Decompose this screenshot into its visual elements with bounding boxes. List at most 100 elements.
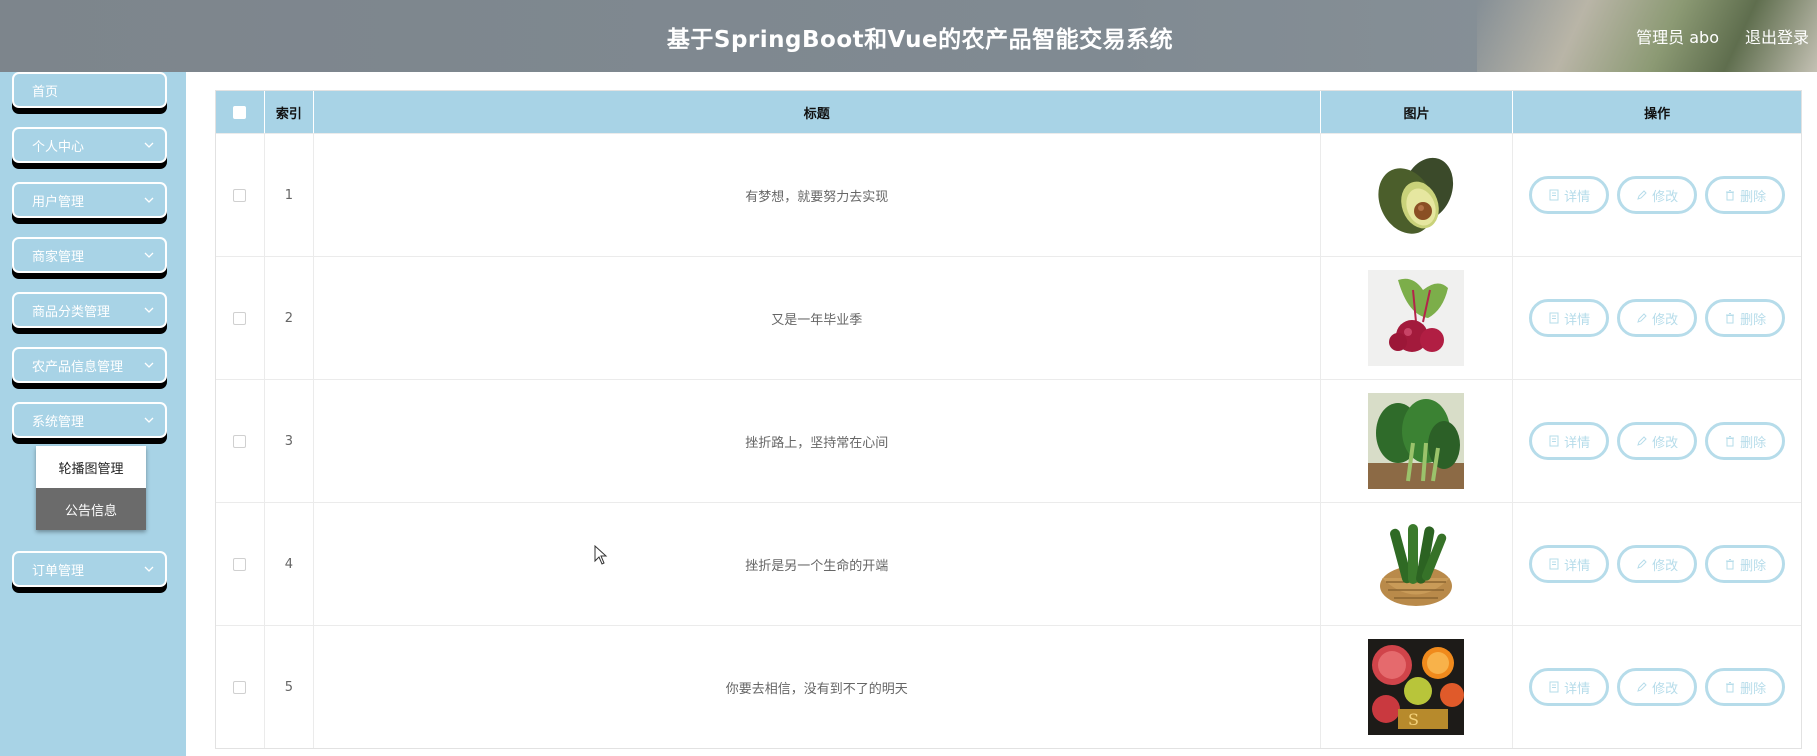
delete-label: 删除 [1740, 558, 1767, 574]
row-title: 你要去相信，没有到不了的明天 [314, 626, 1321, 748]
cucumber-basket-image[interactable] [1368, 516, 1464, 612]
column-header-image: 图片 [1321, 91, 1514, 133]
row-actions: 详情 修改 删除 [1513, 503, 1801, 625]
row-title: 挫折是另一个生命的开端 [314, 503, 1321, 625]
sidebar-item-system-management[interactable]: 系统管理 [12, 402, 167, 444]
sidebar: 首页 个人中心 用户管理 商家管理 商品分类管理 农产品信息管理 系统管理 轮播… [0, 72, 186, 756]
delete-label: 删除 [1740, 681, 1767, 697]
detail-button[interactable]: 详情 [1529, 668, 1610, 706]
detail-label: 详情 [1564, 435, 1591, 451]
sidebar-item-label: 商品分类管理 [32, 304, 111, 320]
sidebar-button[interactable]: 系统管理 [12, 402, 167, 438]
edit-button[interactable]: 修改 [1617, 545, 1698, 583]
sidebar-button[interactable]: 商家管理 [12, 237, 167, 273]
row-select-cell [216, 380, 265, 502]
chevron-down-icon [144, 417, 154, 423]
delete-button[interactable]: 删除 [1705, 422, 1786, 460]
row-index: 5 [265, 626, 314, 748]
sidebar-item-order-management[interactable]: 订单管理 [12, 551, 167, 593]
row-image-cell [1321, 503, 1514, 625]
admin-user-label: 管理员 abo [1636, 28, 1719, 47]
detail-label: 详情 [1564, 558, 1591, 574]
document-icon [1549, 435, 1559, 447]
row-actions: 详情 修改 删除 [1513, 134, 1801, 256]
row-image-cell [1321, 380, 1514, 502]
announcements-table: 索引 标题 图片 操作 1 有梦想，就要努力去实现 详情 修改 删除 2 又是一… [215, 90, 1802, 749]
edit-label: 修改 [1652, 558, 1679, 574]
chevron-down-icon [144, 197, 154, 203]
row-checkbox[interactable] [233, 434, 247, 448]
submenu-item-carousel[interactable]: 轮播图管理 [36, 446, 146, 488]
sidebar-item-label: 个人中心 [32, 139, 85, 155]
avocado-image[interactable] [1368, 147, 1464, 243]
select-all-checkbox[interactable] [233, 105, 247, 119]
detail-button[interactable]: 详情 [1529, 299, 1610, 337]
row-checkbox[interactable] [233, 188, 247, 202]
delete-label: 删除 [1740, 312, 1767, 328]
sliced-fruit-image[interactable]: S [1368, 639, 1465, 735]
detail-button[interactable]: 详情 [1529, 422, 1610, 460]
row-checkbox[interactable] [233, 680, 247, 694]
sidebar-item-label: 农产品信息管理 [32, 359, 124, 375]
row-index: 3 [265, 380, 314, 502]
row-checkbox[interactable] [233, 557, 247, 571]
edit-label: 修改 [1652, 435, 1679, 451]
leafy-greens-image[interactable] [1368, 393, 1465, 489]
detail-label: 详情 [1564, 189, 1591, 205]
delete-button[interactable]: 删除 [1705, 176, 1786, 214]
logout-link[interactable]: 退出登录 [1745, 24, 1809, 48]
sidebar-item-merchant-management[interactable]: 商家管理 [12, 237, 167, 279]
edit-label: 修改 [1652, 189, 1679, 205]
sidebar-item-label: 商家管理 [32, 249, 85, 265]
row-checkbox[interactable] [233, 311, 247, 325]
table-row: 2 又是一年毕业季 详情 修改 删除 [216, 256, 1801, 379]
row-select-cell [216, 626, 265, 748]
sidebar-button[interactable]: 用户管理 [12, 182, 167, 218]
submenu-item-announcements[interactable]: 公告信息 [36, 488, 146, 530]
sidebar-button[interactable]: 农产品信息管理 [12, 347, 167, 383]
sidebar-button[interactable]: 商品分类管理 [12, 292, 167, 328]
edit-button[interactable]: 修改 [1617, 422, 1698, 460]
sidebar-button[interactable]: 订单管理 [12, 551, 167, 587]
table-row: 5 你要去相信，没有到不了的明天 S 详情 修改 删除 [216, 625, 1801, 748]
sidebar-button[interactable]: 首页 [12, 72, 167, 108]
detail-label: 详情 [1564, 681, 1591, 697]
edit-button[interactable]: 修改 [1617, 299, 1698, 337]
row-select-cell [216, 134, 265, 256]
table-row: 3 挫折路上，坚持常在心间 详情 修改 删除 [216, 379, 1801, 502]
sidebar-item-product-info-management[interactable]: 农产品信息管理 [12, 347, 167, 389]
trash-icon [1726, 313, 1735, 324]
sidebar-item-category-management[interactable]: 商品分类管理 [12, 292, 167, 334]
row-title: 有梦想，就要努力去实现 [314, 134, 1321, 256]
row-index: 4 [265, 503, 314, 625]
chevron-down-icon [144, 362, 154, 368]
mouse-cursor-icon [594, 545, 608, 565]
edit-button[interactable]: 修改 [1617, 176, 1698, 214]
sidebar-item-home[interactable]: 首页 [12, 72, 167, 114]
detail-button[interactable]: 详情 [1529, 545, 1610, 583]
system-management-submenu: 轮播图管理 公告信息 [36, 446, 146, 530]
edit-button[interactable]: 修改 [1617, 668, 1698, 706]
sidebar-item-personal-center[interactable]: 个人中心 [12, 127, 167, 169]
sidebar-item-label: 订单管理 [32, 563, 85, 579]
row-select-cell [216, 257, 265, 379]
sidebar-item-label: 首页 [32, 84, 59, 100]
column-header-actions: 操作 [1644, 106, 1671, 122]
beetroot-image[interactable] [1368, 270, 1465, 366]
table-row: 1 有梦想，就要努力去实现 详情 修改 删除 [216, 133, 1801, 256]
svg-text:S: S [1408, 710, 1419, 729]
pencil-icon [1637, 313, 1647, 323]
row-title: 挫折路上，坚持常在心间 [314, 380, 1321, 502]
row-index: 1 [265, 134, 314, 256]
delete-button[interactable]: 删除 [1705, 299, 1786, 337]
row-select-cell [216, 503, 265, 625]
sidebar-item-user-management[interactable]: 用户管理 [12, 182, 167, 224]
detail-button[interactable]: 详情 [1529, 176, 1610, 214]
delete-button[interactable]: 删除 [1705, 668, 1786, 706]
sidebar-button[interactable]: 个人中心 [12, 127, 167, 163]
select-all-cell [216, 91, 265, 133]
document-icon [1549, 312, 1559, 324]
delete-button[interactable]: 删除 [1705, 545, 1786, 583]
chevron-down-icon [144, 142, 154, 148]
sidebar-item-label: 用户管理 [32, 194, 85, 210]
